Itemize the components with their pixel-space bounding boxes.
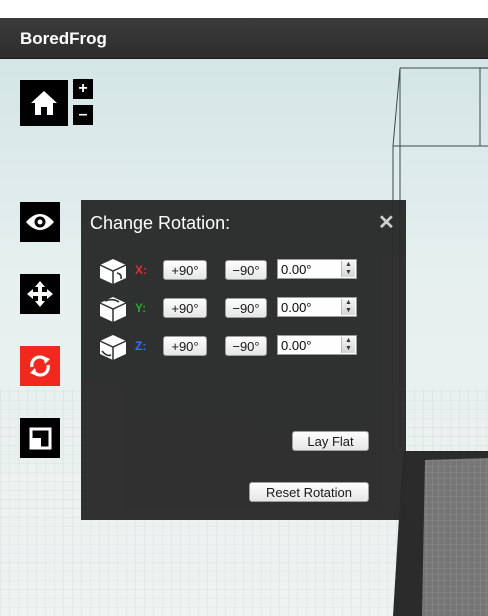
panel-title: Change Rotation: [90,213,231,233]
y-rotation-value: 0.00° [281,300,312,315]
rotate-icon [30,355,50,377]
cube-x-icon [99,259,127,284]
home-icon [31,91,57,115]
x-plus-90-button[interactable]: +90° [163,260,207,280]
home-button[interactable] [20,80,68,126]
y-plus-90-button[interactable]: +90° [163,298,207,318]
cube-y-icon [99,297,127,322]
x-rotation-input[interactable]: 0.00° ▲ ▼ [277,259,357,279]
view-tool-button[interactable] [20,202,60,242]
y-stepper-icon[interactable]: ▲ ▼ [341,299,355,315]
lay-flat-button[interactable]: Lay Flat [292,431,369,451]
app-title: BoredFrog [20,29,107,48]
change-rotation-panel: Change Rotation: ✕ X: +90° −90° 0.00° ▲ ▼… [81,200,406,520]
reset-rotation-label: Reset Rotation [266,484,352,500]
x-plus-label: +90° [171,262,199,278]
x-minus-label: −90° [232,262,260,278]
zoom-in-button[interactable]: + [73,79,93,99]
z-minus-label: −90° [232,338,260,354]
window-top-strip [0,0,488,18]
zoom-out-label: – [78,106,88,123]
y-minus-label: −90° [232,300,260,316]
x-minus-90-button[interactable]: −90° [225,260,267,280]
rotate-tool-button[interactable] [20,346,60,386]
move-tool-button[interactable] [20,274,60,314]
z-rotation-input[interactable]: 0.00° ▲ ▼ [277,335,357,355]
x-rotation-value: 0.00° [281,262,312,277]
move-icon [27,281,53,307]
app-title-bar: BoredFrog [0,18,488,59]
y-rotation-input[interactable]: 0.00° ▲ ▼ [277,297,357,317]
z-plus-label: +90° [171,338,199,354]
z-stepper-icon[interactable]: ▲ ▼ [341,337,355,353]
close-icon[interactable]: ✕ [378,210,395,235]
x-stepper-icon[interactable]: ▲ ▼ [341,261,355,277]
z-minus-90-button[interactable]: −90° [225,336,267,356]
zoom-in-label: + [78,80,88,97]
lay-flat-label: Lay Flat [307,433,354,449]
scale-tool-button[interactable] [20,418,60,458]
axis-x-label: X: [135,263,147,277]
z-plus-90-button[interactable]: +90° [163,336,207,356]
reset-rotation-button[interactable]: Reset Rotation [249,482,369,502]
zoom-out-button[interactable]: – [73,105,93,125]
z-rotation-value: 0.00° [281,338,312,353]
rotation-row-y: Y: +90° −90° 0.00° ▲ ▼ [97,295,397,322]
y-plus-label: +90° [171,300,199,316]
scale-icon [29,427,52,450]
axis-z-label: Z: [135,339,147,353]
rotation-row-z: Z: +90° −90° 0.00° ▲ ▼ [97,333,397,360]
cube-z-icon [99,335,127,360]
y-minus-90-button[interactable]: −90° [225,298,267,318]
axis-y-label: Y: [135,301,147,315]
rotation-row-x: X: +90° −90° 0.00° ▲ ▼ [97,257,397,284]
eye-icon [26,214,54,230]
